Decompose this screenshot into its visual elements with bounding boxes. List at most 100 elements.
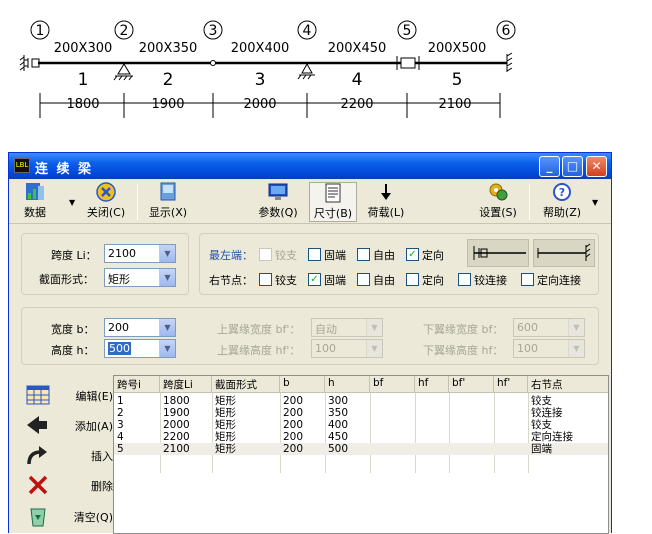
chevron-down-icon: ▼ <box>366 319 382 336</box>
cell-section: 矩形 <box>215 443 236 455</box>
column-header[interactable]: hf <box>415 376 449 393</box>
size-button[interactable]: 尺寸(B) <box>309 182 357 222</box>
span-length: 2200 <box>340 97 373 112</box>
table-row[interactable]: 4 2200 矩形 200 450 定向连接 <box>114 431 608 443</box>
right-directional-label: 定向 <box>422 274 444 287</box>
left-hinge-checkbox[interactable] <box>259 248 272 261</box>
node-label: 6 <box>502 23 511 39</box>
right-free-label: 自由 <box>373 274 395 287</box>
bottom-flange-height-select[interactable]: 100 ▼ <box>513 339 585 358</box>
bottom-flange-width-select[interactable]: 600 ▼ <box>513 318 585 337</box>
data-button[interactable]: 数据 <box>15 182 55 222</box>
cell-span-length: 1800 <box>163 395 190 407</box>
right-directional-checkbox[interactable] <box>406 273 419 286</box>
table-row[interactable]: 3 2000 矩形 200 400 铰支 <box>114 419 608 431</box>
cell-h: 300 <box>328 395 349 407</box>
load-button[interactable]: 荷载(L) <box>363 182 409 222</box>
settings-button[interactable]: 设置(S) <box>475 182 521 222</box>
bottom-flange-width-label: 下翼缘宽度 bf： <box>423 323 504 336</box>
node-markers: 1 2 3 4 5 6 <box>30 20 516 40</box>
cell-right-node: 铰连接 <box>531 407 563 419</box>
right-fixed-checkbox[interactable]: ✓ <box>308 273 321 286</box>
data-icon <box>26 183 44 200</box>
column-header[interactable]: bf <box>370 376 415 393</box>
left-free-label: 自由 <box>373 249 395 262</box>
cell-section: 矩形 <box>215 407 236 419</box>
section-shape-label: 截面形式： <box>39 273 94 286</box>
cell-b: 200 <box>283 431 304 443</box>
gear-icon <box>489 183 508 201</box>
display-button[interactable]: 显示(X) <box>145 182 191 222</box>
chevron-down-icon[interactable]: ▼ <box>159 340 175 357</box>
right-end-preview <box>533 239 595 267</box>
chevron-down-icon: ▼ <box>366 340 382 357</box>
toolbar-separator <box>137 184 138 220</box>
span-length-select[interactable]: 2100 ▼ <box>104 244 176 263</box>
section-label: 200X400 <box>231 41 290 56</box>
top-flange-width-value: 自动 <box>315 323 337 336</box>
right-free-checkbox[interactable] <box>357 273 370 286</box>
close-window-button[interactable]: ✕ <box>586 156 607 177</box>
help-button[interactable]: ? 帮助(Z) <box>539 182 585 222</box>
column-header[interactable]: 右节点 <box>528 376 608 393</box>
table-row[interactable]: 2 1900 矩形 200 350 铰连接 <box>114 407 608 419</box>
left-free-checkbox[interactable] <box>357 248 370 261</box>
section-shape-select[interactable]: 矩形 ▼ <box>104 268 176 287</box>
spans-table[interactable]: 跨号i 跨度Li 截面形式 b h bf hf bf' hf' 右节点 1 18… <box>113 375 609 534</box>
curved-arrow-icon <box>27 446 47 465</box>
help-dropdown-arrow[interactable]: ▼ <box>592 198 598 207</box>
maximize-button[interactable]: □ <box>562 156 583 177</box>
title-bar[interactable]: LBL 连 续 梁 _ □ ✕ <box>9 153 611 179</box>
chevron-down-icon[interactable]: ▼ <box>159 245 175 262</box>
height-select[interactable]: 500 ▼ <box>104 339 176 358</box>
delete-button[interactable]: 删除 <box>25 472 115 498</box>
beam-end-icon <box>537 243 591 261</box>
column-header[interactable]: hf' <box>494 376 528 393</box>
left-end-preview <box>467 239 529 267</box>
directional-connection-checkbox[interactable] <box>521 273 534 286</box>
span-number: 4 <box>352 70 363 90</box>
width-select[interactable]: 200 ▼ <box>104 318 176 337</box>
column-header[interactable]: 截面形式 <box>212 376 280 393</box>
edit-button[interactable]: 编辑(E) <box>25 382 115 408</box>
column-header[interactable]: 跨度Li <box>160 376 212 393</box>
chevron-down-icon[interactable]: ▼ <box>159 269 175 286</box>
column-header[interactable]: b <box>280 376 325 393</box>
right-hinge-checkbox[interactable] <box>259 273 272 286</box>
top-flange-width-select[interactable]: 自动 ▼ <box>311 318 383 337</box>
chevron-down-icon[interactable]: ▼ <box>159 319 175 336</box>
beam-diagram: 1 2 3 4 5 6 200X300 200X350 200X400 200X… <box>19 20 516 118</box>
toolbar-separator <box>529 184 530 220</box>
beam-end-icon <box>473 246 526 260</box>
cell-span-no: 5 <box>117 443 124 455</box>
cell-span-no: 1 <box>117 395 124 407</box>
leftmost-end-label: 最左端： <box>209 249 253 262</box>
section-label: 200X350 <box>139 41 198 56</box>
span-number: 3 <box>255 70 266 90</box>
right-node-label: 右节点： <box>209 274 253 287</box>
cell-section: 矩形 <box>215 431 236 443</box>
left-fixed-checkbox[interactable] <box>308 248 321 261</box>
params-button[interactable]: 参数(Q) <box>255 182 301 222</box>
monitor-icon <box>268 183 288 200</box>
close-button[interactable]: 关闭(C) <box>83 182 129 222</box>
clear-button[interactable]: 清空(Q) <box>25 503 115 529</box>
column-header[interactable]: h <box>325 376 370 393</box>
height-label: 高度 h： <box>51 344 95 357</box>
grid-icon <box>26 385 50 405</box>
add-button[interactable]: 添加(A) <box>25 412 115 438</box>
hinge-connection-checkbox[interactable] <box>458 273 471 286</box>
display-label: 显示(X) <box>148 206 188 219</box>
data-dropdown-arrow[interactable]: ▼ <box>69 198 75 207</box>
insert-button[interactable]: 插入 <box>25 442 115 468</box>
width-value: 200 <box>108 321 129 334</box>
column-header[interactable]: 跨号i <box>114 376 160 393</box>
left-directional-checkbox[interactable]: ✓ <box>406 248 419 261</box>
help-label: 帮助(Z) <box>542 206 582 219</box>
minimize-button[interactable]: _ <box>539 156 560 177</box>
column-header[interactable]: bf' <box>449 376 494 393</box>
table-row-selected[interactable]: 5 2100 矩形 200 500 固端 <box>114 443 608 455</box>
top-flange-height-select[interactable]: 100 ▼ <box>311 339 383 358</box>
cell-section: 矩形 <box>215 395 236 407</box>
table-row[interactable]: 1 1800 矩形 200 300 铰支 <box>114 395 608 407</box>
